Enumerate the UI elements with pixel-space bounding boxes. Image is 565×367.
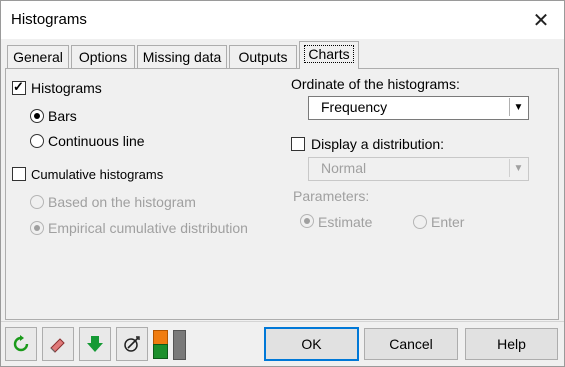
tab-outputs[interactable]: Outputs <box>229 45 297 68</box>
bars-radio[interactable] <box>30 109 44 123</box>
eraser-icon <box>50 338 65 353</box>
tab-label: Missing data <box>142 49 222 65</box>
continuous-line-label: Continuous line <box>48 133 145 149</box>
tab-label: Outputs <box>238 49 288 65</box>
tab-missing-data[interactable]: Missing data <box>137 45 227 68</box>
distribution-value: Normal <box>321 160 367 176</box>
ok-button[interactable]: OK <box>264 327 359 361</box>
empirical-cumulative-label: Empirical cumulative distribution <box>48 220 248 236</box>
tab-charts[interactable]: Charts <box>299 41 359 69</box>
layout-icon[interactable] <box>153 330 168 359</box>
select-data-button[interactable] <box>116 327 148 361</box>
estimate-label: Estimate <box>318 214 373 230</box>
continuous-line-radio[interactable] <box>30 134 44 148</box>
ordinate-label: Ordinate of the histograms: <box>291 76 460 92</box>
cumulative-histograms-label: Cumulative histograms <box>31 167 164 182</box>
ordinate-select[interactable]: Frequency ▼ <box>308 96 529 120</box>
enter-radio[interactable] <box>413 215 427 229</box>
distribution-select[interactable]: Normal ▼ <box>308 157 529 181</box>
layout-toggle-bar[interactable] <box>173 330 186 360</box>
histograms-label: Histograms <box>31 80 102 96</box>
reset-icon <box>13 335 29 352</box>
ordinate-value: Frequency <box>321 99 388 115</box>
histograms-checkbox[interactable] <box>12 79 26 95</box>
download-icon <box>87 336 103 352</box>
download-button[interactable] <box>79 327 111 361</box>
clear-button[interactable] <box>42 327 74 361</box>
estimate-radio[interactable] <box>300 214 314 228</box>
parameters-label: Parameters: <box>293 188 370 204</box>
based-on-histogram-radio[interactable] <box>30 195 44 209</box>
histograms-dialog: Histograms ✕ General Options Missing dat… <box>0 0 565 367</box>
based-on-histogram-label: Based on the histogram <box>48 194 196 210</box>
title-bar: Histograms ✕ <box>1 1 564 39</box>
tab-general[interactable]: General <box>7 45 69 68</box>
window-title: Histograms <box>11 11 87 28</box>
tab-label: Charts <box>304 45 354 63</box>
select-data-icon <box>124 336 140 352</box>
tab-label: Options <box>78 49 128 65</box>
enter-label: Enter <box>431 214 465 230</box>
close-icon[interactable]: ✕ <box>518 1 564 39</box>
chevron-down-icon[interactable]: ▼ <box>509 159 527 177</box>
tab-options[interactable]: Options <box>71 45 135 68</box>
help-button[interactable]: Help <box>465 328 558 360</box>
bars-label: Bars <box>48 108 77 124</box>
cumulative-histograms-checkbox[interactable] <box>12 167 26 181</box>
empirical-cumulative-radio[interactable] <box>30 221 44 235</box>
cancel-button[interactable]: Cancel <box>364 328 458 360</box>
chevron-down-icon[interactable]: ▼ <box>509 98 527 116</box>
display-distribution-checkbox[interactable] <box>291 137 305 151</box>
display-distribution-label: Display a distribution: <box>311 136 445 152</box>
reset-button[interactable] <box>5 327 37 361</box>
divider <box>1 321 564 322</box>
tab-label: General <box>13 49 63 65</box>
